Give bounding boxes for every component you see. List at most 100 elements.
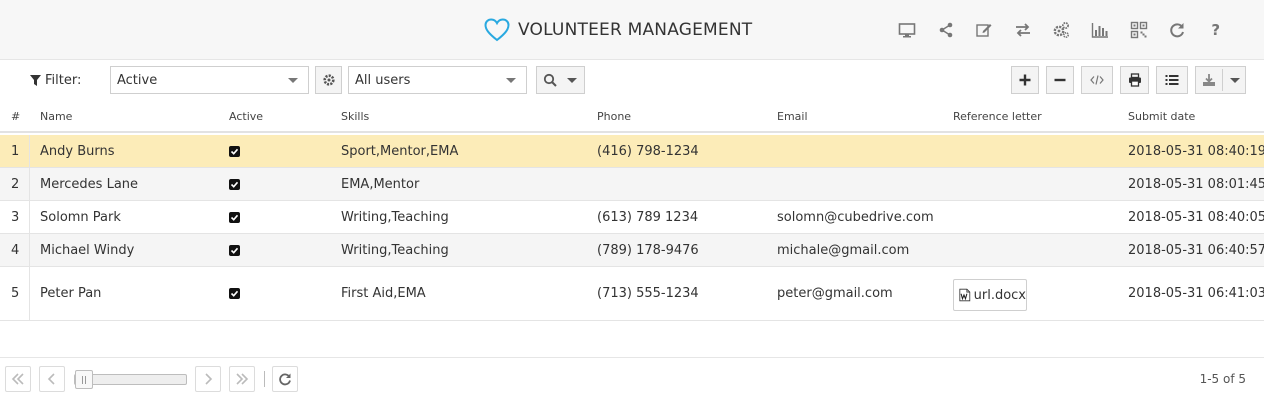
skills-cell[interactable]: Writing,Teaching xyxy=(341,243,449,258)
submit-date-cell[interactable]: 2018-05-31 08:01:45 xyxy=(1128,177,1264,192)
column-header-submit-date[interactable]: Submit date xyxy=(1128,110,1195,123)
chevron-down-icon xyxy=(506,78,516,83)
filter-select-value: Active xyxy=(117,72,158,88)
active-checkbox[interactable] xyxy=(229,245,240,256)
printer-icon xyxy=(1128,73,1141,87)
delete-row-button[interactable] xyxy=(1046,66,1074,94)
reference-file-name: url.docx xyxy=(973,287,1026,303)
column-header-phone[interactable]: Phone xyxy=(597,110,631,123)
name-cell[interactable]: Peter Pan xyxy=(40,286,101,301)
monitor-icon[interactable] xyxy=(896,19,918,41)
first-page-button[interactable] xyxy=(5,366,31,392)
phone-cell[interactable]: (613) 789 1234 xyxy=(597,210,698,225)
row-number-cell: 1 xyxy=(0,135,30,167)
list-icon xyxy=(1165,75,1179,85)
phone-cell[interactable]: (713) 555-1234 xyxy=(597,286,699,301)
submit-date-cell[interactable]: 2018-05-31 06:41:03 xyxy=(1128,286,1264,301)
grid-header: # Name Active Skills Phone Email Referen… xyxy=(0,100,1264,133)
code-icon xyxy=(1090,75,1104,85)
row-number-cell: 4 xyxy=(0,234,30,266)
page-title: VOLUNTEER MANAGEMENT xyxy=(518,20,753,40)
row-number-cell: 3 xyxy=(0,201,30,233)
refresh-icon[interactable] xyxy=(1166,19,1188,41)
name-cell[interactable]: Mercedes Lane xyxy=(40,177,138,192)
download-icon xyxy=(1203,74,1215,86)
active-checkbox[interactable] xyxy=(229,288,240,299)
column-header-reference[interactable]: Reference letter xyxy=(953,110,1042,123)
export-button[interactable] xyxy=(1195,66,1246,94)
phone-cell[interactable]: (416) 798-1234 xyxy=(597,144,699,159)
email-cell[interactable]: peter@gmail.com xyxy=(777,286,893,301)
table-row[interactable]: 5 Peter Pan First Aid,EMA (713) 555-1234… xyxy=(0,267,1264,321)
name-cell[interactable]: Solomn Park xyxy=(40,210,121,225)
column-header-skills[interactable]: Skills xyxy=(341,110,369,123)
filter-select[interactable]: Active xyxy=(110,66,309,94)
page-info: 1-5 of 5 xyxy=(1199,372,1246,386)
chevron-right-icon xyxy=(205,373,213,385)
qr-code-icon[interactable] xyxy=(1128,19,1150,41)
active-checkbox[interactable] xyxy=(229,146,240,157)
print-button[interactable] xyxy=(1120,66,1149,94)
edit-icon[interactable] xyxy=(973,19,995,41)
help-glyph: ? xyxy=(1211,21,1221,39)
skills-cell[interactable]: First Aid,EMA xyxy=(341,286,426,301)
table-row[interactable]: 1 Andy Burns Sport,Mentor,EMA (416) 798-… xyxy=(0,135,1264,168)
phone-cell[interactable]: (789) 178-9476 xyxy=(597,243,699,258)
name-cell[interactable]: Michael Windy xyxy=(40,243,134,258)
skills-cell[interactable]: EMA,Mentor xyxy=(341,177,419,192)
gears-icon[interactable] xyxy=(1050,19,1072,41)
column-header-active[interactable]: Active xyxy=(229,110,263,123)
submit-date-cell[interactable]: 2018-05-31 08:40:19 xyxy=(1128,144,1264,159)
active-checkbox[interactable] xyxy=(229,179,240,190)
add-row-button[interactable] xyxy=(1011,66,1039,94)
refresh-page-button[interactable] xyxy=(272,366,298,392)
help-icon[interactable]: ? xyxy=(1205,19,1227,41)
gear-icon xyxy=(322,74,335,86)
word-document-icon xyxy=(959,288,971,302)
previous-page-button[interactable] xyxy=(39,366,65,392)
heart-icon xyxy=(484,18,510,42)
submit-date-cell[interactable]: 2018-05-31 06:40:57 xyxy=(1128,243,1264,258)
search-button[interactable] xyxy=(536,66,585,94)
embed-code-button[interactable] xyxy=(1081,66,1113,94)
row-number: 5 xyxy=(11,286,20,301)
double-chevron-left-icon xyxy=(11,373,24,385)
minus-icon xyxy=(1054,78,1066,82)
header-toolbar: ? xyxy=(896,19,1243,41)
submit-date-cell[interactable]: 2018-05-31 08:40:05 xyxy=(1128,210,1264,225)
chevron-down-icon xyxy=(1230,78,1240,83)
row-number: 2 xyxy=(11,177,20,192)
email-cell[interactable]: solomn@cubedrive.com xyxy=(777,210,934,225)
refresh-icon xyxy=(279,373,291,386)
active-checkbox[interactable] xyxy=(229,212,240,223)
swap-icon[interactable] xyxy=(1012,19,1034,41)
email-cell[interactable]: michale@gmail.com xyxy=(777,243,909,258)
last-page-button[interactable] xyxy=(229,366,255,392)
reference-letter-file[interactable]: url.docx xyxy=(953,279,1027,311)
page-slider-thumb[interactable] xyxy=(75,370,93,389)
row-number-cell: 5 xyxy=(0,267,30,320)
column-header-email[interactable]: Email xyxy=(777,110,808,123)
app-header: VOLUNTEER MANAGEMENT ? xyxy=(0,0,1264,60)
skills-cell[interactable]: Writing,Teaching xyxy=(341,210,449,225)
table-row[interactable]: 2 Mercedes Lane EMA,Mentor 2018-05-31 08… xyxy=(0,168,1264,201)
table-row[interactable]: 4 Michael Windy Writing,Teaching (789) 1… xyxy=(0,234,1264,267)
double-chevron-right-icon xyxy=(236,373,249,385)
next-page-button[interactable] xyxy=(195,366,221,392)
name-cell[interactable]: Andy Burns xyxy=(40,144,115,159)
list-view-button[interactable] xyxy=(1156,66,1188,94)
bar-chart-icon[interactable] xyxy=(1089,19,1111,41)
column-header-name[interactable]: Name xyxy=(40,110,72,123)
table-row[interactable]: 3 Solomn Park Writing,Teaching (613) 789… xyxy=(0,201,1264,234)
check-icon xyxy=(230,214,239,221)
app-title-group: VOLUNTEER MANAGEMENT xyxy=(484,17,752,43)
share-icon[interactable] xyxy=(935,19,957,41)
filter-settings-button[interactable] xyxy=(315,66,342,94)
users-select[interactable]: All users xyxy=(348,66,527,94)
row-number-cell: 2 xyxy=(0,168,30,200)
skills-cell[interactable]: Sport,Mentor,EMA xyxy=(341,144,458,159)
row-number: 1 xyxy=(11,144,20,159)
split-divider xyxy=(1222,69,1223,91)
filter-label: Filter: xyxy=(45,73,82,88)
column-header-num[interactable]: # xyxy=(11,110,20,123)
